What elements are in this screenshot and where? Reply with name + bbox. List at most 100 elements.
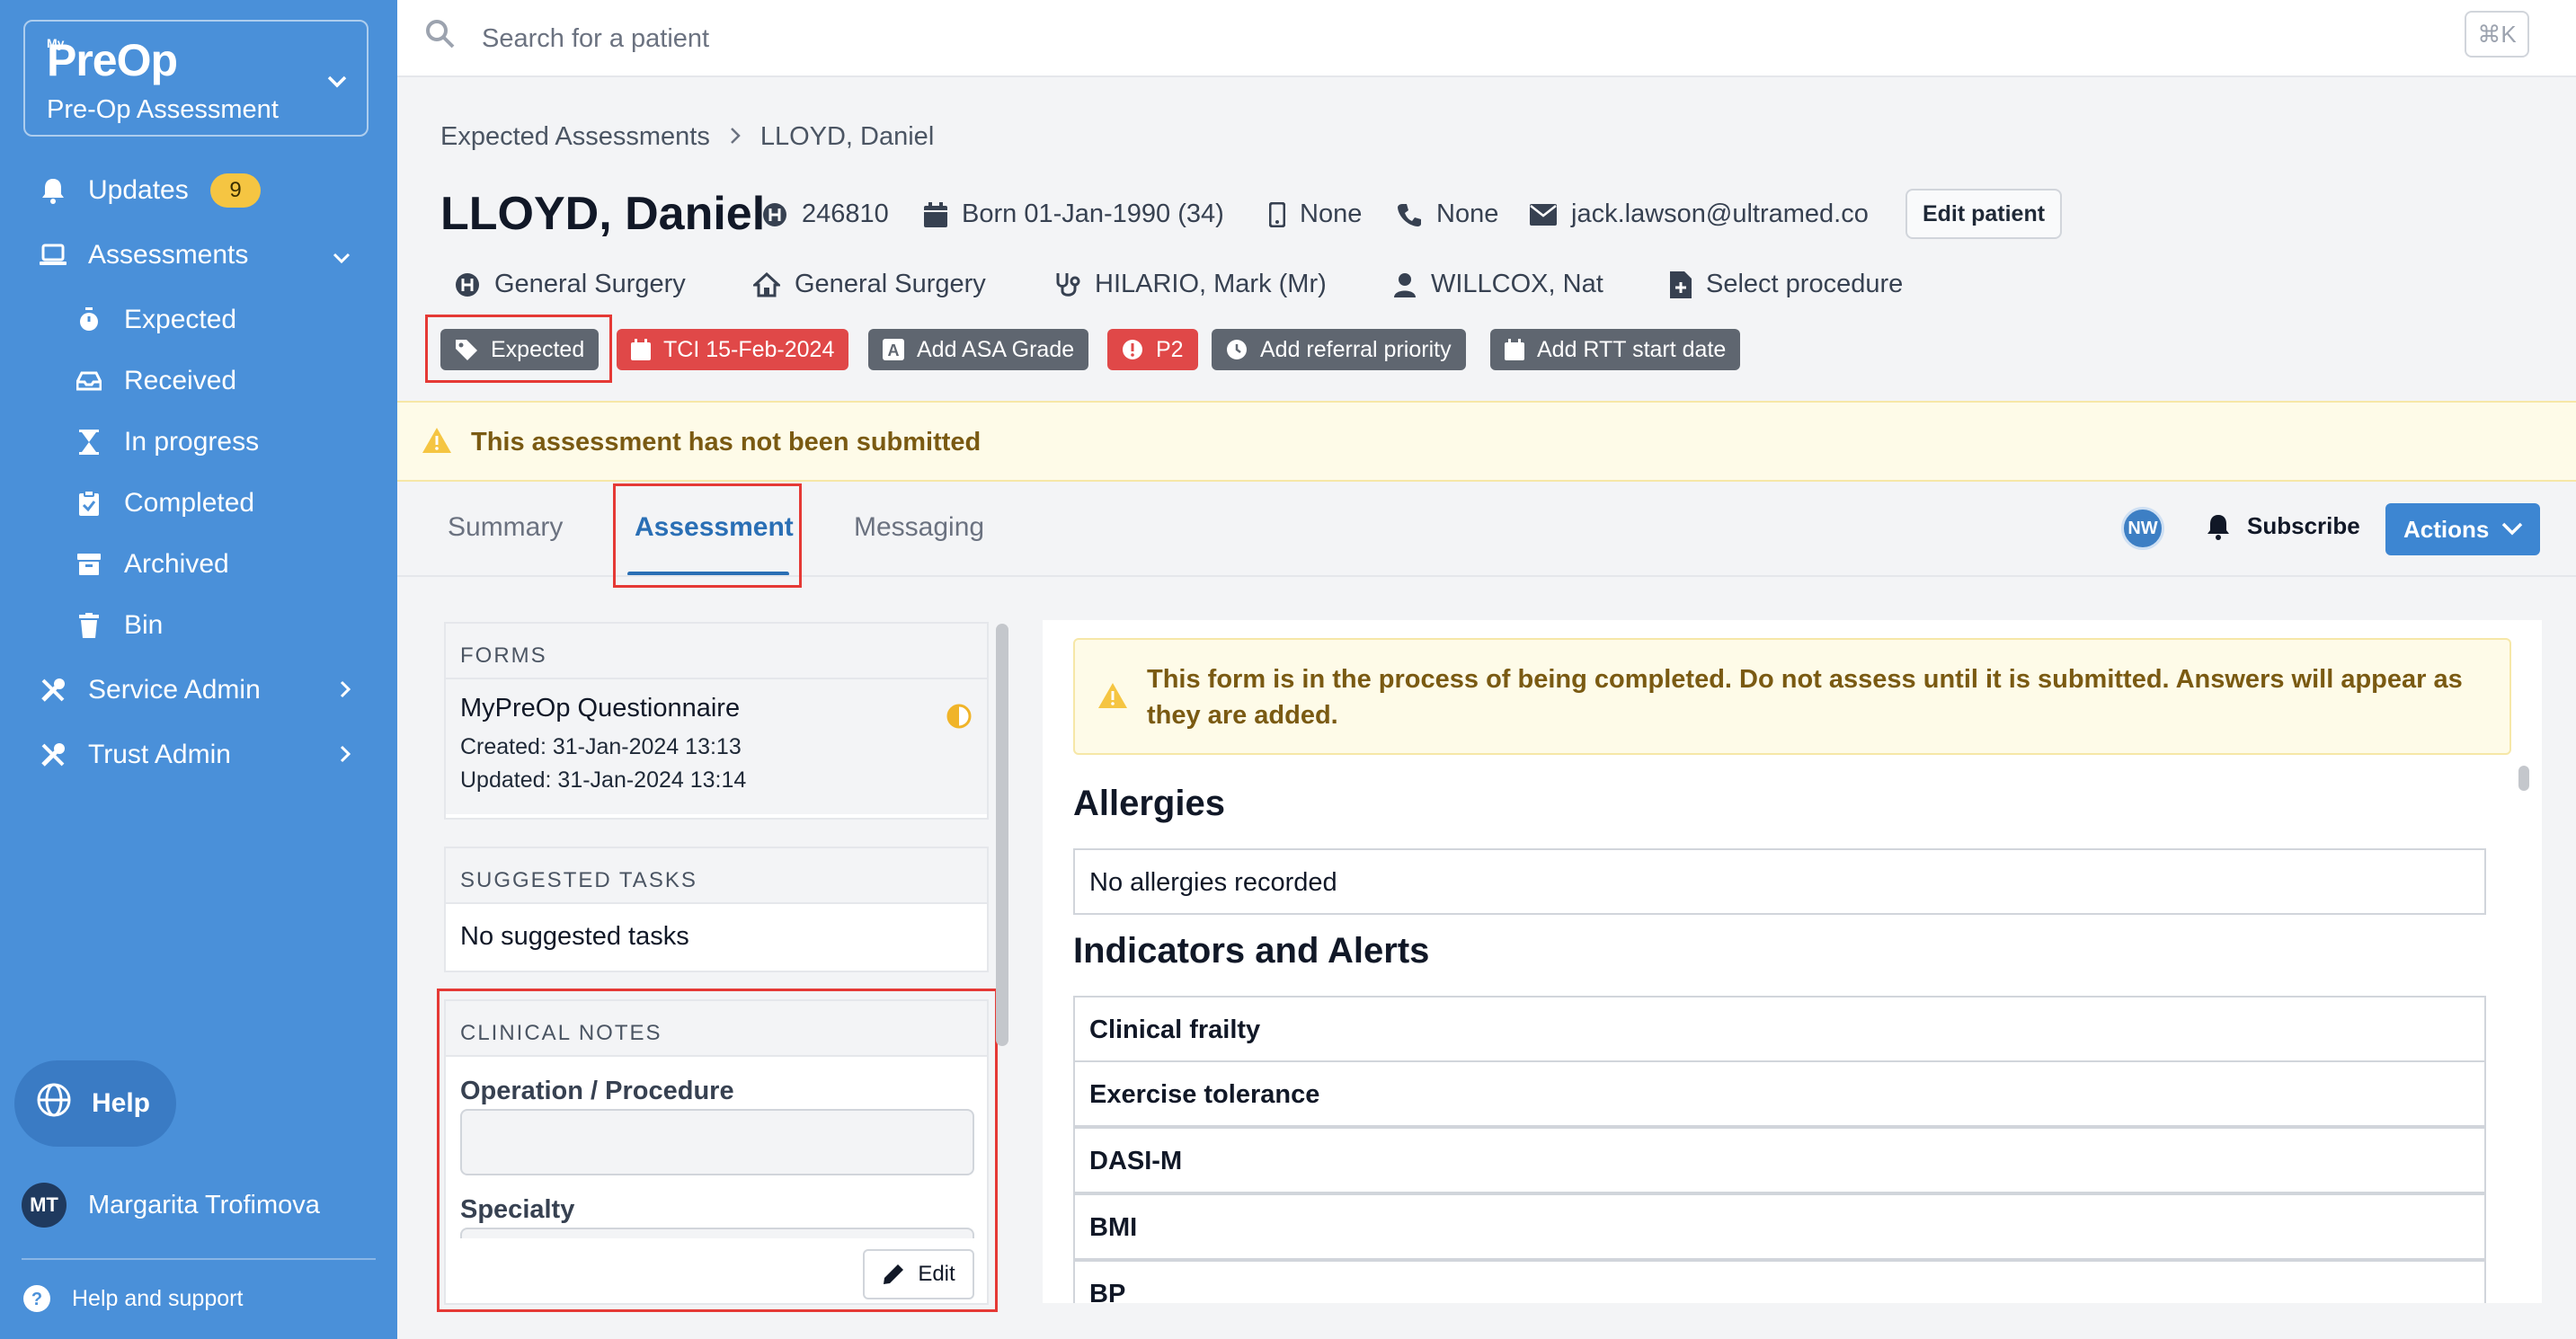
procedure-value: Select procedure <box>1706 270 1904 298</box>
sidebar-item-assessments[interactable]: Assessments <box>0 228 397 282</box>
user-icon <box>1393 272 1417 297</box>
email-address: jack.lawson@ultramed.co <box>1530 200 1869 229</box>
keyboard-shortcut-hint: ⌘K <box>2465 11 2529 58</box>
not-submitted-banner: This assessment has not been submitted <box>397 401 2576 482</box>
phone-icon <box>1397 202 1422 227</box>
rtt-start-date-tag[interactable]: Add RTT start date <box>1490 329 1741 370</box>
in-progress-half-circle-icon <box>946 703 973 734</box>
trash-icon <box>74 610 104 641</box>
inbox-icon <box>74 366 104 396</box>
globe-icon <box>36 1082 72 1125</box>
suggested-tasks-empty: No suggested tasks <box>460 922 689 951</box>
letter-a-square-icon: A <box>883 339 904 360</box>
chevron-right-icon <box>730 123 741 151</box>
sidebar-item-updates[interactable]: Updates 9 <box>0 164 397 217</box>
calendar-icon <box>631 339 651 360</box>
allergies-row: No allergies recorded <box>1073 848 2486 915</box>
mobile-number: None <box>1269 200 1362 229</box>
indicator-row[interactable]: Clinical frailty <box>1073 996 2486 1062</box>
logo: PreOp <box>47 35 178 85</box>
mobile-phone-icon <box>1269 201 1285 227</box>
department-value: General Surgery <box>795 270 986 298</box>
indicator-row[interactable]: BP <box>1073 1260 2486 1303</box>
divider <box>22 1258 376 1260</box>
tools-icon <box>38 675 68 705</box>
asa-grade-tag[interactable]: A Add ASA Grade <box>868 329 1089 370</box>
indicator-row[interactable]: DASI-M <box>1073 1127 2486 1193</box>
right-panel-scrollbar[interactable] <box>2518 766 2529 791</box>
breadcrumb: Expected Assessments LLOYD, Daniel <box>440 122 934 152</box>
assignee-value: WILLCOX, Nat <box>1431 270 1603 298</box>
updates-count-badge: 9 <box>210 173 261 208</box>
avatar[interactable]: NW <box>2121 507 2164 550</box>
sidebar-item-in-progress[interactable]: In progress <box>0 415 397 469</box>
bell-icon <box>38 175 68 206</box>
sidebar-item-received[interactable]: Received <box>0 354 397 408</box>
sidebar-item-completed[interactable]: Completed <box>0 476 397 530</box>
left-panel-scrollbar[interactable] <box>996 624 1008 1046</box>
sidebar-item-archived[interactable]: Archived <box>0 537 397 591</box>
calendar-icon <box>924 201 947 227</box>
warning-triangle-icon <box>421 426 453 459</box>
sidebar-item-expected[interactable]: Expected <box>0 293 397 347</box>
svg-text:A: A <box>888 341 900 359</box>
clipboard-check-icon <box>74 488 104 519</box>
consultant-value: HILARIO, Mark (Mr) <box>1095 270 1327 298</box>
rtt-tag-label: Add RTT start date <box>1537 336 1727 362</box>
laptop-icon <box>38 240 68 270</box>
user-profile[interactable]: MT Margarita Trofimova <box>22 1183 320 1228</box>
avatar: MT <box>22 1183 67 1228</box>
indicator-row[interactable]: BMI <box>1073 1193 2486 1260</box>
banner-text: This assessment has not been submitted <box>471 428 982 457</box>
clock-icon <box>1226 339 1248 360</box>
highlight-box <box>425 315 612 383</box>
help-support-link[interactable]: ? Help and support <box>22 1283 243 1314</box>
consultant[interactable]: HILARIO, Mark (Mr) <box>1055 270 1327 299</box>
breadcrumb-current: LLOYD, Daniel <box>759 122 935 151</box>
bell-icon <box>2206 513 2231 540</box>
form-list-item[interactable]: MyPreOp Questionnaire Created: 31-Jan-20… <box>446 679 987 814</box>
tci-date-tag[interactable]: TCI 15-Feb-2024 <box>617 329 849 370</box>
priority-tag[interactable]: P2 <box>1107 329 1198 370</box>
hospital-number-value: 246810 <box>802 200 889 228</box>
department[interactable]: General Surgery <box>753 270 986 299</box>
indicators-title: Indicators and Alerts <box>1073 931 1430 971</box>
specialty[interactable]: General Surgery <box>455 270 686 299</box>
sidebar-item-label: In progress <box>124 427 260 457</box>
tab-messaging[interactable]: Messaging <box>854 512 984 543</box>
app-switcher[interactable]: My PreOp Pre-Op Assessment <box>23 20 369 137</box>
subscribe-label: Subscribe <box>2247 512 2360 539</box>
breadcrumb-parent-link[interactable]: Expected Assessments <box>440 122 710 152</box>
sidebar-item-label: Completed <box>124 488 255 518</box>
form-title: MyPreOp Questionnaire <box>460 694 741 723</box>
chevron-down-icon <box>327 67 347 94</box>
sidebar-item-label: Assessments <box>88 240 249 270</box>
question-circle-icon: ? <box>22 1283 52 1314</box>
indicator-row[interactable]: Exercise tolerance <box>1073 1060 2486 1127</box>
assignee[interactable]: WILLCOX, Nat <box>1393 270 1603 299</box>
sidebar-item-label: Expected <box>124 305 237 334</box>
sidebar: My PreOp Pre-Op Assessment Updates 9 Ass… <box>0 0 397 1339</box>
sidebar-item-label: Updates <box>88 175 189 205</box>
patient-search-input[interactable] <box>482 16 2100 61</box>
actions-dropdown-button[interactable]: Actions <box>2385 503 2540 555</box>
highlight-box <box>613 483 802 588</box>
edit-patient-button[interactable]: Edit patient <box>1905 189 2062 239</box>
hospital-number: 246810 <box>762 200 889 229</box>
tools-icon <box>38 740 68 770</box>
search-icon <box>424 18 457 55</box>
sidebar-item-trust-admin[interactable]: Trust Admin <box>0 728 397 782</box>
hospital-badge-icon <box>455 272 480 297</box>
tab-summary[interactable]: Summary <box>448 512 563 543</box>
home-icon <box>753 271 780 297</box>
procedure[interactable]: Select procedure <box>1670 270 1903 299</box>
sidebar-item-service-admin[interactable]: Service Admin <box>0 663 397 717</box>
referral-priority-tag[interactable]: Add referral priority <box>1212 329 1466 370</box>
help-button[interactable]: Help <box>14 1060 176 1147</box>
subscribe-button[interactable]: Subscribe <box>2206 512 2360 540</box>
stethoscope-icon <box>1055 271 1080 298</box>
warning-triangle-icon <box>1097 681 1129 714</box>
email-value[interactable]: jack.lawson@ultramed.co <box>1571 200 1869 229</box>
sidebar-item-bin[interactable]: Bin <box>0 599 397 652</box>
hospital-badge-icon <box>762 202 787 227</box>
